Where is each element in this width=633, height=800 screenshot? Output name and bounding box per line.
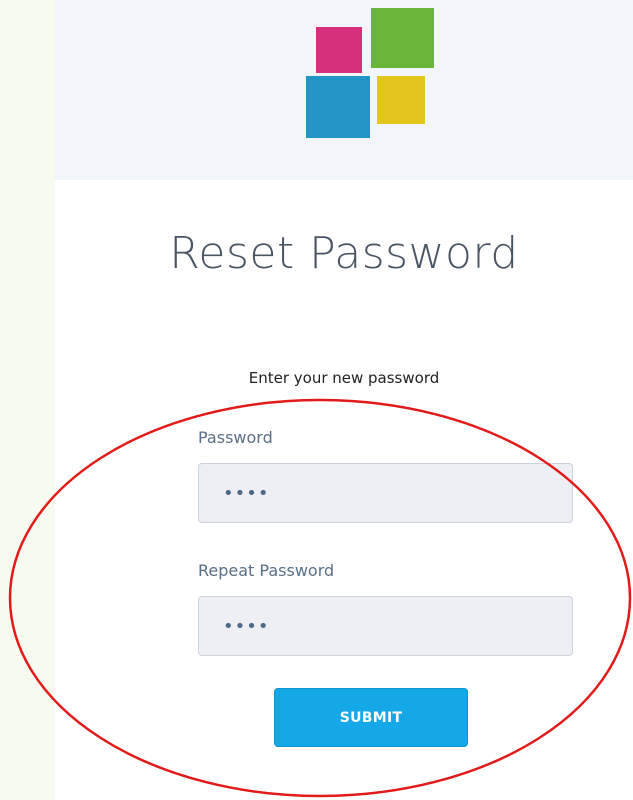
logo-green-square: [371, 8, 434, 68]
logo-blue-square: [306, 76, 370, 138]
page-subtitle: Enter your new password: [248, 369, 440, 387]
page-title: Reset Password: [169, 228, 519, 279]
header-banner: [55, 0, 633, 180]
repeat-password-input[interactable]: [198, 596, 573, 656]
password-label: Password: [198, 428, 273, 447]
password-input[interactable]: [198, 463, 573, 523]
logo-pink-square: [316, 27, 362, 73]
submit-button[interactable]: SUBMIT: [274, 688, 468, 747]
repeat-password-label: Repeat Password: [198, 561, 335, 580]
logo-yellow-square: [377, 76, 425, 124]
four-squares-logo-icon: [306, 8, 434, 138]
reset-password-page: Reset Password Enter your new password P…: [55, 0, 633, 800]
